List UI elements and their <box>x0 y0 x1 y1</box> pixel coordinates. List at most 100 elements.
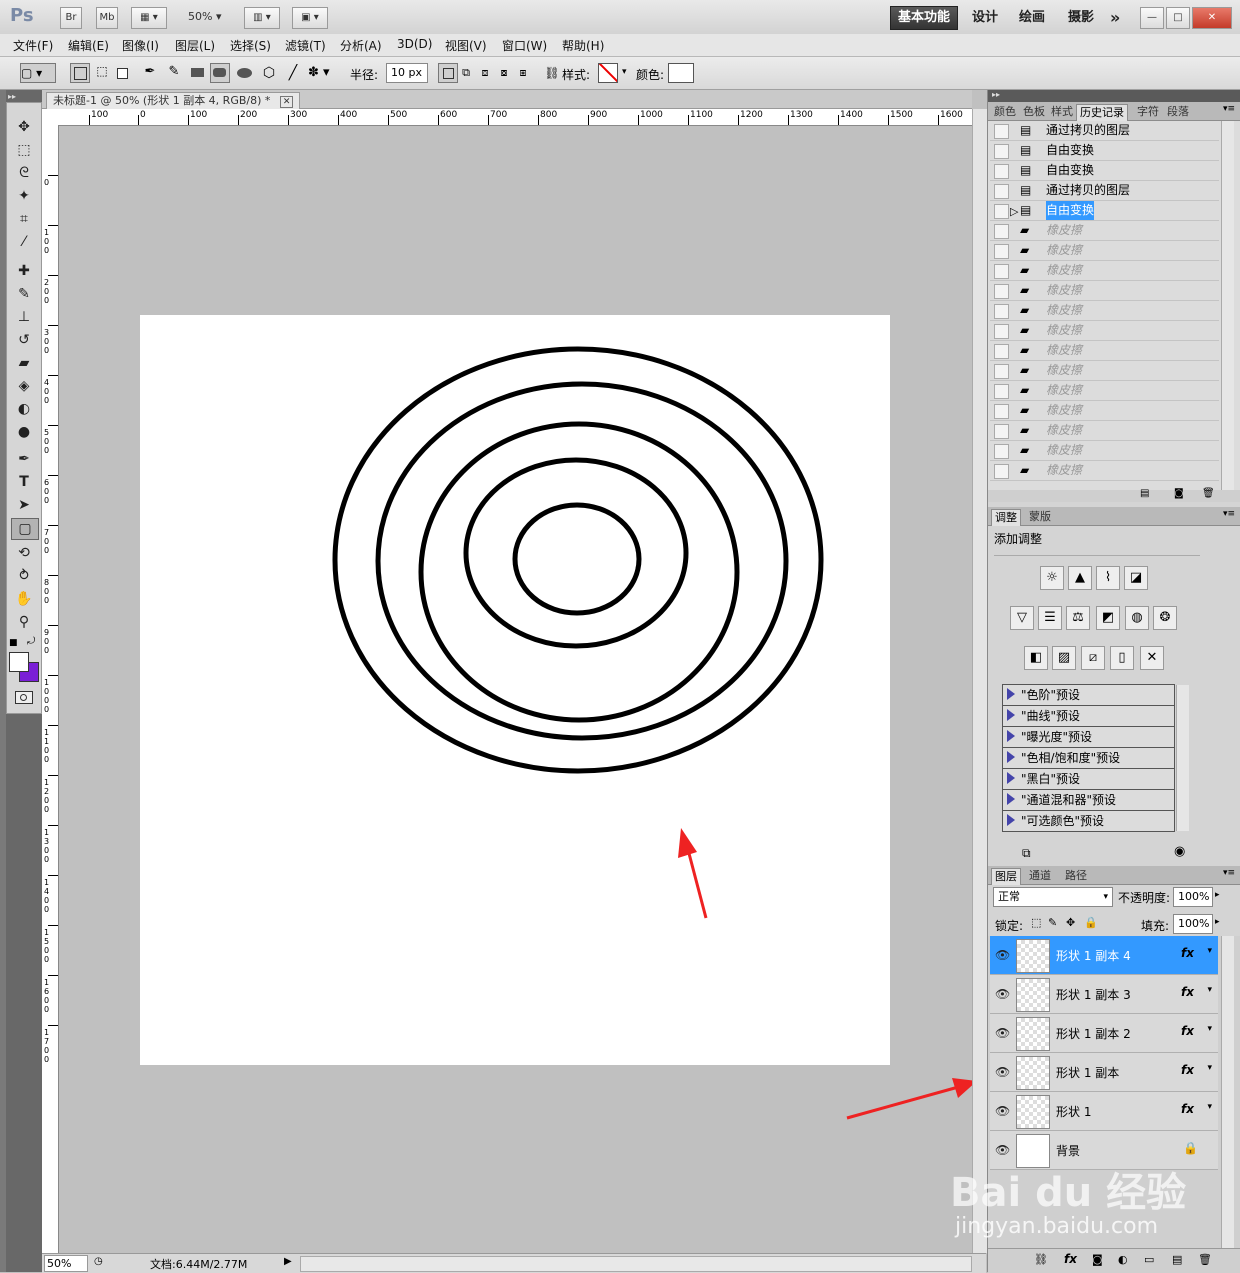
tab-layers[interactable]: 图层 <box>991 868 1021 885</box>
history-item[interactable]: ▤ 通过拷贝的图层 <box>990 181 1219 201</box>
exposure-icon[interactable]: ◪ <box>1124 566 1148 590</box>
expand-effects-icon[interactable]: ▾ <box>1207 1024 1212 1034</box>
eye-icon[interactable]: 👁 <box>995 1104 1010 1118</box>
layer-row[interactable]: 👁 形状 1 副本 4 fx ▾ <box>990 936 1218 975</box>
link-layers-icon[interactable]: ⛓ <box>1034 1253 1048 1266</box>
history-snapshot-checkbox[interactable] <box>994 324 1009 339</box>
opacity-input[interactable]: 100% <box>1173 887 1213 907</box>
hue-saturation-icon[interactable]: ☰ <box>1038 606 1062 630</box>
vibrance-icon[interactable]: ▽ <box>1010 606 1034 630</box>
history-snapshot-checkbox[interactable] <box>994 184 1009 199</box>
posterize-icon[interactable]: ▨ <box>1052 646 1076 670</box>
layer-row[interactable]: 👁 形状 1 副本 fx ▾ <box>990 1053 1218 1092</box>
canvas-vertical-scrollbar[interactable] <box>972 109 987 1253</box>
add-layer-style-icon[interactable]: fx <box>1064 1252 1077 1266</box>
tab-color[interactable]: 颜色 <box>991 104 1019 120</box>
history-snapshot-checkbox[interactable] <box>994 264 1009 279</box>
history-snapshot-checkbox[interactable] <box>994 424 1009 439</box>
tab-character[interactable]: 字符 <box>1134 104 1162 120</box>
adjustment-preset-item[interactable]: "曲线"预设 <box>1002 705 1175 727</box>
threshold-icon[interactable]: ⧄ <box>1081 646 1105 670</box>
history-item[interactable]: ▤ 通过拷贝的图层 <box>990 121 1219 141</box>
adjustment-preset-item[interactable]: "曝光度"预设 <box>1002 726 1175 748</box>
history-item[interactable]: ▰ 橡皮擦 <box>990 441 1219 461</box>
history-snapshot-checkbox[interactable] <box>994 404 1009 419</box>
history-snapshot-checkbox[interactable] <box>994 304 1009 319</box>
eye-icon[interactable]: 👁 <box>995 948 1010 962</box>
lock-transparent-icon[interactable]: ⬚ <box>1031 916 1041 929</box>
new-adjustment-layer-icon[interactable]: ◐ <box>1118 1253 1128 1266</box>
clip-to-layer-icon[interactable]: ⧉ <box>1022 846 1031 861</box>
fill-slider-arrow-icon[interactable]: ▸ <box>1215 917 1220 927</box>
new-document-from-state-icon[interactable]: ▤ <box>1140 488 1149 499</box>
adjustment-preset-item[interactable]: "色阶"预设 <box>1002 684 1175 706</box>
adjustment-preset-item[interactable]: "通道混和器"预设 <box>1002 789 1175 811</box>
expand-effects-icon[interactable]: ▾ <box>1207 1102 1212 1112</box>
history-item[interactable]: ▰ 橡皮擦 <box>990 461 1219 481</box>
history-snapshot-checkbox[interactable] <box>994 284 1009 299</box>
blend-mode-select[interactable]: 正常 ▾ <box>993 887 1113 907</box>
delete-layer-icon[interactable]: 🗑 <box>1198 1253 1212 1266</box>
opacity-slider-arrow-icon[interactable]: ▸ <box>1215 890 1220 900</box>
lock-image-icon[interactable]: ✎ <box>1048 916 1057 929</box>
history-snapshot-checkbox[interactable] <box>994 204 1009 219</box>
delete-state-icon[interactable]: 🗑 <box>1202 488 1215 499</box>
color-balance-icon[interactable]: ⚖ <box>1066 606 1090 630</box>
invert-icon[interactable]: ◧ <box>1024 646 1048 670</box>
history-snapshot-checkbox[interactable] <box>994 124 1009 139</box>
adjustment-preset-item[interactable]: "色相/饱和度"预设 <box>1002 747 1175 769</box>
layers-scrollbar[interactable] <box>1221 936 1234 1248</box>
new-group-icon[interactable]: ▭ <box>1144 1253 1154 1266</box>
adjust-visibility-icon[interactable]: ◉ <box>1174 844 1185 859</box>
history-snapshot-checkbox[interactable] <box>994 384 1009 399</box>
history-snapshot-checkbox[interactable] <box>994 144 1009 159</box>
history-item[interactable]: ▰ 橡皮擦 <box>990 301 1219 321</box>
history-item[interactable]: ▰ 橡皮擦 <box>990 241 1219 261</box>
history-scrollbar[interactable] <box>1221 121 1234 491</box>
selective-color-icon[interactable]: ✕ <box>1140 646 1164 670</box>
adjustment-preset-item[interactable]: "可选颜色"预设 <box>1002 810 1175 832</box>
tab-channels[interactable]: 通道 <box>1026 868 1054 884</box>
expand-effects-icon[interactable]: ▾ <box>1207 1063 1212 1073</box>
history-snapshot-checkbox[interactable] <box>994 164 1009 179</box>
layer-row[interactable]: 👁 形状 1 副本 2 fx ▾ <box>990 1014 1218 1053</box>
adjust-panel-menu-icon[interactable]: ▾≡ <box>1223 509 1235 519</box>
layer-row[interactable]: 👁 形状 1 fx ▾ <box>990 1092 1218 1131</box>
zoom-field[interactable]: 50% <box>44 1255 88 1272</box>
history-item[interactable]: ▰ 橡皮擦 <box>990 321 1219 341</box>
eye-icon[interactable]: 👁 <box>995 1065 1010 1079</box>
eye-icon[interactable]: 👁 <box>995 1026 1010 1040</box>
history-item[interactable]: ▰ 橡皮擦 <box>990 261 1219 281</box>
history-item[interactable]: ▰ 橡皮擦 <box>990 401 1219 421</box>
eye-icon[interactable]: 👁 <box>995 1143 1010 1157</box>
history-panel-menu-icon[interactable]: ▾≡ <box>1223 104 1235 114</box>
history-item[interactable]: ▰ 橡皮擦 <box>990 341 1219 361</box>
canvas-horizontal-scrollbar[interactable] <box>300 1256 972 1272</box>
levels-icon[interactable]: ▲ <box>1068 566 1092 590</box>
tab-masks[interactable]: 蒙版 <box>1026 509 1054 525</box>
history-snapshot-checkbox[interactable] <box>994 364 1009 379</box>
history-snapshot-checkbox[interactable] <box>994 444 1009 459</box>
lock-position-icon[interactable]: ✥ <box>1066 916 1075 929</box>
history-snapshot-checkbox[interactable] <box>994 464 1009 479</box>
layer-effects-icon[interactable]: fx <box>1181 1063 1194 1077</box>
expand-effects-icon[interactable]: ▾ <box>1207 946 1212 956</box>
adjustment-preset-item[interactable]: "黑白"预设 <box>1002 768 1175 790</box>
history-item[interactable]: ▰ 橡皮擦 <box>990 421 1219 441</box>
black-white-icon[interactable]: ◩ <box>1096 606 1120 630</box>
tab-paths[interactable]: 路径 <box>1062 868 1090 884</box>
tab-styles[interactable]: 样式 <box>1048 104 1076 120</box>
curves-icon[interactable]: ⌇ <box>1096 566 1120 590</box>
layers-panel-menu-icon[interactable]: ▾≡ <box>1223 868 1235 878</box>
layer-effects-icon[interactable]: fx <box>1181 985 1194 999</box>
history-item[interactable]: ▰ 橡皮擦 <box>990 281 1219 301</box>
history-snapshot-checkbox[interactable] <box>994 224 1009 239</box>
expand-effects-icon[interactable]: ▾ <box>1207 985 1212 995</box>
fill-input[interactable]: 100% <box>1173 914 1213 934</box>
status-expand-icon[interactable]: ▶ <box>284 1256 292 1267</box>
add-mask-icon[interactable]: ◙ <box>1092 1253 1103 1266</box>
tab-adjustments[interactable]: 调整 <box>991 509 1021 526</box>
layer-effects-icon[interactable]: fx <box>1181 946 1194 960</box>
tab-swatches[interactable]: 色板 <box>1020 104 1048 120</box>
brightness-contrast-icon[interactable]: ☼ <box>1040 566 1064 590</box>
